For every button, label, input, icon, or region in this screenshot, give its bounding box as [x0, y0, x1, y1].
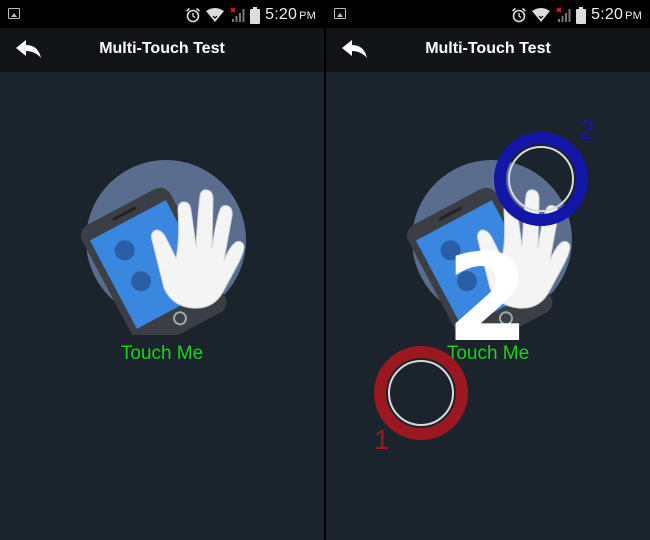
clock-ampm: PM	[625, 10, 642, 22]
status-clock: 5:20 PM	[265, 6, 316, 24]
status-bar: 5:20 PM	[326, 0, 650, 28]
battery-icon	[576, 6, 587, 24]
picture-notification-icon	[8, 8, 20, 19]
status-bar: 5:20 PM	[0, 0, 324, 28]
alarm-icon	[512, 7, 527, 23]
picture-notification-icon	[334, 8, 346, 19]
touch-point-2-label: 2	[579, 114, 595, 145]
touch-point-1-inner-circle	[388, 360, 454, 426]
screen-two-touches: 5:20 PM Multi-Touch Test Touch Me 2 1 2	[326, 0, 650, 540]
alarm-icon	[186, 7, 201, 23]
clock-time: 5:20	[265, 6, 298, 23]
page-title: Multi-Touch Test	[425, 40, 551, 57]
battery-icon	[250, 6, 261, 24]
app-bar: Multi-Touch Test	[0, 28, 324, 72]
touch-illustration[interactable]	[74, 160, 254, 335]
touch-me-label[interactable]: Touch Me	[0, 343, 324, 365]
screen-before-touch: 5:20 PM Multi-Touch Test Touch Me	[0, 0, 324, 540]
page-title: Multi-Touch Test	[99, 40, 225, 57]
touch-point-1-label: 1	[374, 424, 390, 455]
status-clock: 5:20 PM	[591, 6, 642, 24]
signal-icon	[230, 7, 245, 22]
wifi-icon	[532, 8, 551, 22]
signal-icon	[556, 7, 571, 22]
touch-count-display: 2	[446, 230, 530, 369]
wifi-icon	[206, 8, 225, 22]
clock-ampm: PM	[299, 10, 316, 22]
app-bar: Multi-Touch Test	[326, 28, 650, 72]
touch-point-2-inner-circle	[508, 146, 574, 212]
clock-time: 5:20	[591, 6, 624, 23]
touch-point-2-ring	[494, 132, 588, 226]
